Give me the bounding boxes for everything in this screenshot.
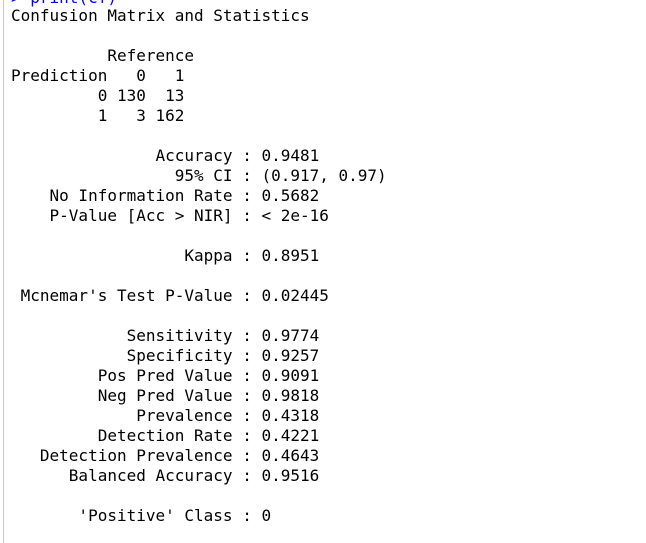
stat-no-information-rate: No Information Rate : 0.5682 bbox=[11, 186, 320, 205]
output-title: Confusion Matrix and Statistics bbox=[11, 6, 310, 25]
stat-specificity: Specificity : 0.9257 bbox=[11, 346, 320, 365]
matrix-row-1: 1 3 162 bbox=[11, 106, 185, 125]
stat-accuracy: Accuracy : 0.9481 bbox=[11, 146, 320, 165]
stat-positive-class: 'Positive' Class : 0 bbox=[11, 506, 272, 525]
matrix-row-0: 0 130 13 bbox=[11, 86, 185, 105]
stat-neg-pred-value: Neg Pred Value : 0.9818 bbox=[11, 386, 320, 405]
stat-kappa: Kappa : 0.8951 bbox=[11, 246, 320, 265]
stat-balanced-accuracy: Balanced Accuracy : 0.9516 bbox=[11, 466, 320, 485]
matrix-reference-header: Reference bbox=[11, 46, 195, 65]
stat-prevalence: Prevalence : 0.4318 bbox=[11, 406, 320, 425]
stat-mcnemar-p-value: Mcnemar's Test P-Value : 0.02445 bbox=[11, 286, 329, 305]
matrix-prediction-header: Prediction 0 1 bbox=[11, 66, 185, 85]
stat-95-ci: 95% CI : (0.917, 0.97) bbox=[11, 166, 387, 185]
stat-sensitivity: Sensitivity : 0.9774 bbox=[11, 326, 320, 345]
console-margin-divider bbox=[3, 0, 4, 543]
r-console-output[interactable]: > print(cf) Confusion Matrix and Statist… bbox=[0, 0, 646, 543]
stat-detection-prevalence: Detection Prevalence : 0.4643 bbox=[11, 446, 320, 465]
stat-detection-rate: Detection Rate : 0.4221 bbox=[11, 426, 320, 445]
stat-pos-pred-value: Pos Pred Value : 0.9091 bbox=[11, 366, 320, 385]
stat-p-value-acc-nir: P-Value [Acc > NIR] : < 2e-16 bbox=[11, 206, 329, 225]
